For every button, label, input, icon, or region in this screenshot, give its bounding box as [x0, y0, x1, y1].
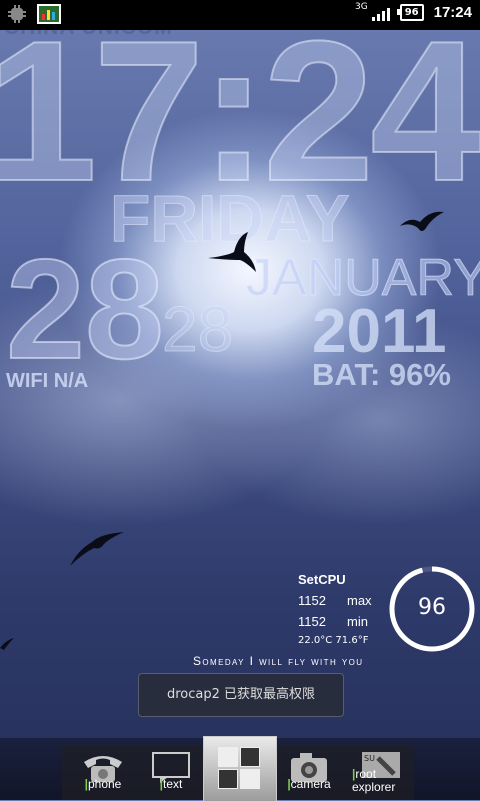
cpu-temperature: 22.0°C 71.6°F — [298, 635, 369, 646]
tagline-text: Someday I will fly with you — [193, 654, 364, 668]
min-frequency: 1152 — [298, 614, 326, 629]
svg-text:SU: SU — [364, 754, 375, 763]
monitor-app-icon — [37, 4, 61, 24]
dock-root-explorer[interactable]: SU root explorer — [346, 746, 416, 800]
gauge-value: 96 — [418, 595, 446, 620]
status-time: 17:24 — [433, 4, 472, 21]
network-type: 3G — [355, 1, 368, 12]
day-number-small: 28 — [161, 293, 234, 366]
battery-icon: 96 — [396, 4, 424, 21]
setcpu-min-row: 1152 min — [298, 614, 372, 629]
day-number-large: 28 — [5, 230, 165, 389]
app-drawer-button[interactable] — [203, 736, 277, 801]
dock-root-explorer-label: root explorer — [352, 768, 412, 794]
max-label: max — [347, 593, 372, 608]
dock-camera-label: camera — [274, 777, 344, 791]
setcpu-title: SetCPU — [298, 572, 346, 587]
bird-icon — [0, 638, 14, 650]
notification-icons — [6, 3, 62, 25]
toast-message: drocap2 已获取最高权限 — [138, 673, 344, 717]
min-label: min — [347, 614, 368, 629]
bird-icon — [70, 532, 124, 566]
max-frequency: 1152 — [298, 593, 326, 608]
signal-icon — [371, 5, 390, 21]
dock-phone-label: phone — [68, 777, 138, 791]
setcpu-widget[interactable]: SetCPU 1152 max 1152 min 22.0°C 71.6°F — [298, 572, 372, 646]
bird-icon — [400, 211, 444, 231]
status-icons: 3G 96 17:24 — [355, 1, 472, 21]
dock-camera[interactable]: camera — [274, 746, 344, 800]
dock-text[interactable]: text — [136, 746, 206, 800]
wifi-status: WIFI N/A — [6, 370, 89, 392]
status-bar[interactable]: 3G 96 17:24 — [0, 0, 480, 30]
dock-text-label: text — [136, 777, 206, 791]
battery-status: BAT: 96% — [312, 357, 451, 392]
setcpu-max-row: 1152 max — [298, 593, 372, 608]
dock-phone[interactable]: phone — [68, 746, 138, 800]
usb-debug-icon — [8, 5, 26, 23]
bird-icon — [208, 232, 256, 272]
app-drawer-icon — [218, 747, 260, 789]
